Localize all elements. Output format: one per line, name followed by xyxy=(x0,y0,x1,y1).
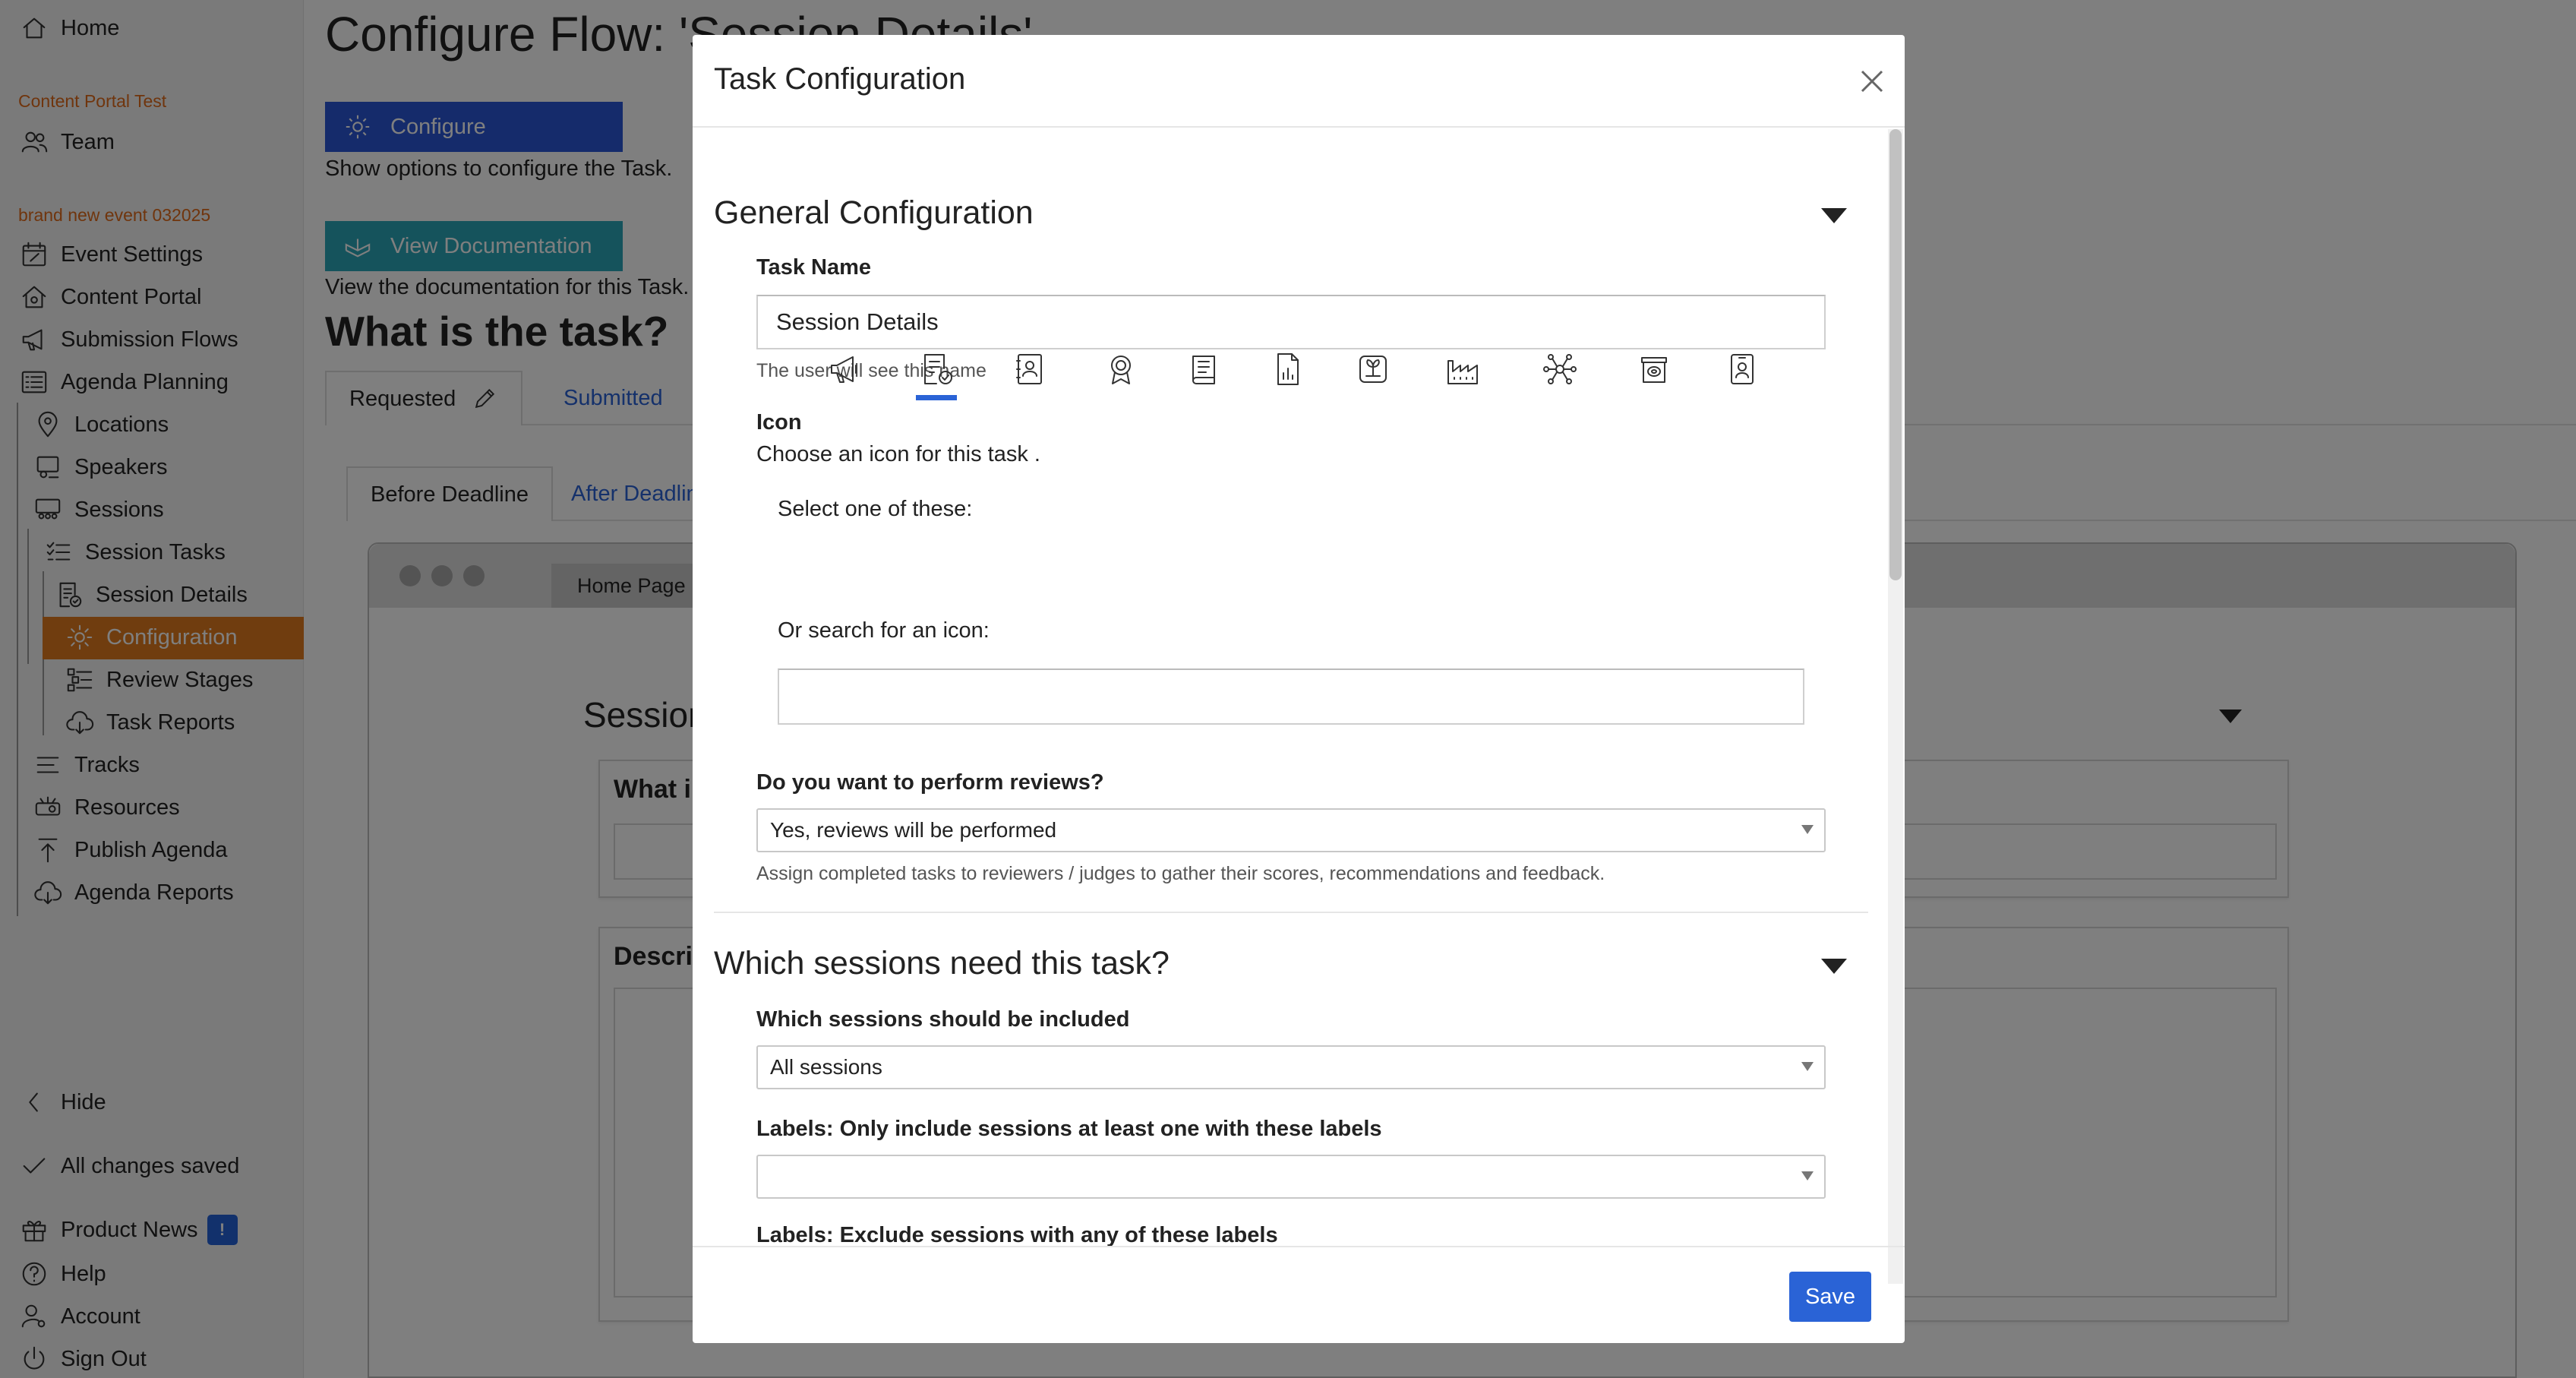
icon-description: Choose an icon for this task . xyxy=(756,442,1040,466)
task-name-input[interactable]: Session Details xyxy=(756,295,1826,349)
modal-title: Task Configuration xyxy=(714,62,966,96)
award-icon[interactable] xyxy=(1097,345,1145,393)
exclude-labels-label: Labels: Exclude sessions with any of the… xyxy=(756,1223,1278,1247)
sessions-select-value: All sessions xyxy=(770,1055,882,1079)
icon-label: Icon xyxy=(756,410,802,435)
sessions-section-heading: Which sessions need this task? xyxy=(714,945,1170,981)
modal-header: Task Configuration xyxy=(693,35,1905,128)
include-labels-select[interactable] xyxy=(756,1155,1826,1199)
icon-search-label: Or search for an icon: xyxy=(778,618,990,643)
archive-box-icon[interactable] xyxy=(1630,345,1678,393)
factory-icon[interactable] xyxy=(1438,345,1487,393)
reviews-hint: Assign completed tasks to reviewers / ju… xyxy=(756,863,1605,884)
task-name-label: Task Name xyxy=(756,255,871,280)
contact-card-icon[interactable] xyxy=(1005,345,1054,393)
sessions-included-select[interactable]: All sessions xyxy=(756,1045,1826,1089)
task-name-value: Session Details xyxy=(776,308,939,335)
book-icon[interactable] xyxy=(1180,345,1229,393)
close-button[interactable] xyxy=(1856,65,1888,97)
scrollbar-thumb[interactable] xyxy=(1889,129,1902,580)
select-icon-prompt: Select one of these: xyxy=(778,497,973,521)
reviews-label: Do you want to perform reviews? xyxy=(756,770,1104,795)
modal-footer: Save xyxy=(693,1246,1905,1343)
report-chart-icon[interactable] xyxy=(1264,345,1312,393)
network-icon[interactable] xyxy=(1536,345,1584,393)
sessions-included-label: Which sessions should be included xyxy=(756,1007,1130,1032)
id-badge-icon[interactable] xyxy=(1718,345,1766,393)
reviews-select-value: Yes, reviews will be performed xyxy=(770,818,1057,842)
modal-body: General Configuration Task Name Session … xyxy=(693,129,1886,1249)
reviews-select[interactable]: Yes, reviews will be performed xyxy=(756,808,1826,852)
collapse-caret-icon[interactable] xyxy=(1821,208,1847,223)
dropdown-arrow-icon xyxy=(1801,1062,1814,1071)
megaphone-icon[interactable] xyxy=(820,345,869,393)
dropdown-arrow-icon xyxy=(1801,825,1814,834)
task-configuration-modal: Task Configuration General Configuration… xyxy=(693,35,1905,1343)
selected-icon-indicator xyxy=(916,395,957,400)
dropdown-arrow-icon xyxy=(1801,1171,1814,1180)
section-divider xyxy=(714,912,1868,913)
save-button[interactable]: Save xyxy=(1789,1272,1871,1322)
close-icon xyxy=(1861,70,1883,93)
collapse-caret-icon[interactable] xyxy=(1821,959,1847,974)
garden-icon[interactable] xyxy=(1349,345,1397,393)
icon-search-input[interactable] xyxy=(778,668,1804,725)
modal-scrollbar[interactable] xyxy=(1888,129,1903,1284)
general-configuration-heading: General Configuration xyxy=(714,194,1034,231)
include-labels-label: Labels: Only include sessions at least o… xyxy=(756,1117,1382,1141)
document-check-icon[interactable] xyxy=(913,345,961,393)
